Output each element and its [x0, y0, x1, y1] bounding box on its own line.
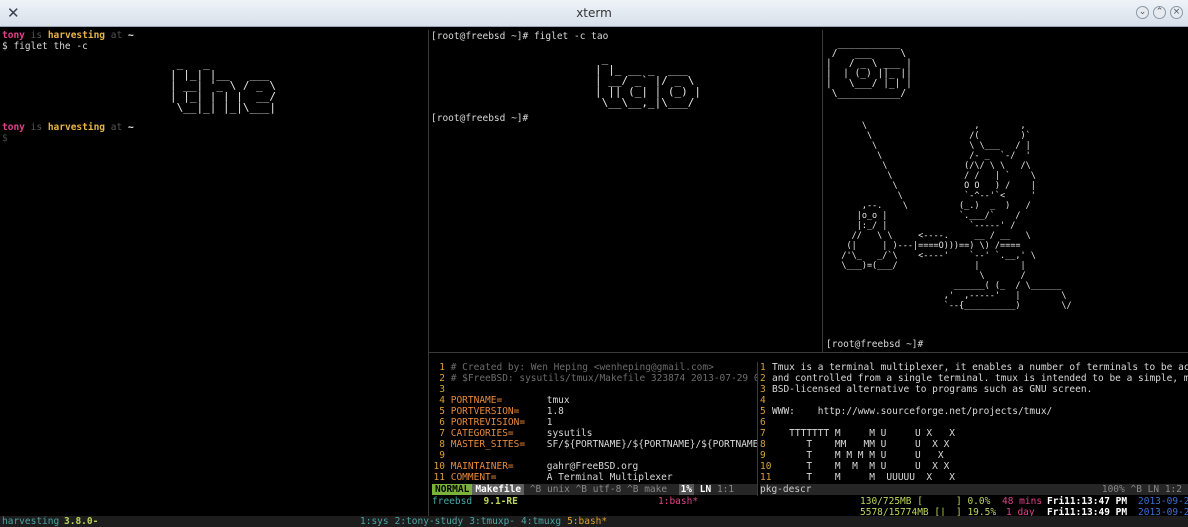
close-icon[interactable]: × — [1170, 6, 1183, 19]
vim-line: 10 MAINTAINER= gahr@FreeBSD.org — [433, 461, 639, 472]
descr-line: 8 T MM MM U U X X — [760, 439, 950, 450]
cursor-prompt: $ — [2, 133, 8, 144]
minimize-icon[interactable]: ⌄ — [1136, 6, 1149, 19]
tmux-session-name: harvesting — [2, 516, 60, 527]
middle-pane[interactable]: [root@freebsd ~]# figlet -c tao _ | |_ _… — [431, 31, 821, 351]
tmux-window-tab[interactable]: 1:sys — [360, 516, 389, 527]
vim-line: 2 # $FreeBSD: sysutils/tmux/Makefile 323… — [439, 373, 757, 384]
descr-line: 7 TTTTTTT M M U U X X — [760, 428, 956, 439]
pane-divider[interactable] — [822, 30, 823, 352]
descr-line: 1 Tmux is a terminal multiplexer, it enab… — [760, 362, 1188, 373]
left-pane[interactable]: tony is harvesting at ~ $ figlet the -c … — [0, 30, 428, 516]
tmux-version: 3.8.0- — [64, 516, 99, 527]
vim-line: 4 PORTNAME= tmux — [439, 395, 570, 406]
vim-line: 6 PORTREVISION= 1 — [439, 417, 553, 428]
vim-line: 7 CATEGORIES= sysutils — [439, 428, 593, 439]
descr-line: 11 T M M UUUUU X X — [760, 472, 956, 483]
window-title: xterm — [576, 6, 612, 20]
pane-divider[interactable] — [757, 362, 758, 496]
descr-line: 4 — [760, 395, 766, 406]
vim-line: 5 PORTVERSION= 1.8 — [439, 406, 564, 417]
cowsay-bubble: ___________ / ___ \ | / _ \ ___ | | | (_… — [826, 38, 912, 99]
right-pane[interactable]: ___________ / ___ \ | / _ \ ___ | | | (_… — [826, 31, 1186, 351]
vim-line: 9 — [439, 450, 445, 461]
tmux-window-tab[interactable]: 2:tony-study — [395, 516, 464, 527]
window-titlebar: ✕ xterm ⌄ ⌃ × — [0, 0, 1188, 27]
vim-mode-badge: NORMAL — [432, 484, 473, 495]
vim-makefile-pane[interactable]: 1 # Created by: Wen Heping <wenheping@gm… — [432, 362, 757, 496]
tmux-statusbar: harvesting 3.8.0- 1:sys 2:tony-study 3:tmu… — [0, 516, 1188, 527]
vim-statusline: NORMAL Makefile ^B unix ^B utf-8 ^B make … — [432, 484, 757, 495]
descr-line: 3 BSD-licensed alternative to programs su… — [760, 384, 1093, 395]
prompt-line: [root@freebsd ~]# — [826, 339, 924, 350]
pane-divider[interactable] — [428, 30, 429, 516]
tmux-window-tab[interactable]: 3:tmuxp- — [469, 516, 515, 527]
tmux-window-tab[interactable]: 5:bash* — [567, 516, 607, 527]
descr-line: 2 and controlled from a single terminal. … — [760, 373, 1188, 384]
maximize-icon[interactable]: ⌃ — [1153, 6, 1166, 19]
prompt-line: tony is harvesting at ~ — [2, 122, 134, 133]
vim-line: 11 COMMENT= A Terminal Multiplexer — [433, 472, 673, 483]
inner-status: freebsd 9.1-RE 1:bash* 130/725MB [] 0.0% 4… — [432, 496, 1188, 516]
figlet-output: _ | |_ __ _ ___ | __/ _` |/ _ \ | || (_|… — [595, 52, 701, 109]
prompt-line: tony is harvesting at ~ — [2, 30, 134, 41]
pane-divider[interactable] — [429, 352, 1188, 353]
vim-filename: Makefile — [472, 484, 525, 495]
descr-line: 6 — [760, 417, 766, 428]
vim-pkgdescr-pane[interactable]: 1 Tmux is a terminal multiplexer, it enab… — [760, 362, 1188, 496]
vim-statusline: pkg-descr 100% ^B LN 1:2 — [760, 484, 1188, 495]
descr-line: 10 T M M M U U X X — [760, 461, 950, 472]
descr-line: 5 WWW: http://www.sourceforge.net/project… — [760, 406, 1053, 417]
bsd-daemon-art: \ , , \ /( )` \ \ \___ / | \ /- _ `-/ ' … — [841, 121, 1072, 311]
descr-line: 9 T M M M M U U X — [760, 450, 944, 461]
command-line: $ figlet the -c — [2, 41, 88, 52]
tmux-window-tab[interactable]: 4:tmuxg — [521, 516, 561, 527]
vim-line: 3 — [439, 384, 445, 395]
vim-line: 8 MASTER_SITES= SF/${PORTNAME}/${PORTNAME… — [439, 439, 757, 450]
figlet-output: _ _ | |_| |__ ___ | __| '_ \ / _ \ | |_|… — [170, 57, 276, 114]
command-line: [root@freebsd ~]# figlet -c tao — [431, 31, 609, 42]
vim-line: 1 # Created by: Wen Heping <wenheping@gm… — [439, 362, 714, 373]
prompt-line: [root@freebsd ~]# — [431, 113, 529, 124]
